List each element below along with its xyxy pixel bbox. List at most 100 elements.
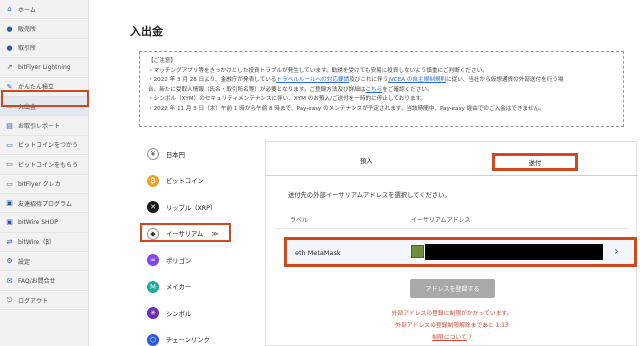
address-row[interactable]: eth MetaMask › xyxy=(284,237,637,267)
tab-send[interactable]: 送付 xyxy=(492,153,578,171)
notice-text: に従い、当社から仮想通貨の外部送付を行う場 xyxy=(446,77,564,84)
sidebar-item[interactable]: ⎋ ログアウト xyxy=(0,291,88,311)
currency-label: ビットコイン xyxy=(166,178,204,186)
bitwire-icon: ⇄ xyxy=(6,237,13,246)
question-icon: ? xyxy=(466,335,472,341)
sidebar-item-label: ビットコインをもらう xyxy=(18,161,79,169)
notice-text: をご確認ください。 xyxy=(382,86,433,93)
sidebar-item[interactable]: ▣ bitWire SHOP xyxy=(0,213,88,233)
yen-icon: ¥ xyxy=(147,148,159,161)
sidebar-item[interactable]: ⇄ bitWire（β） xyxy=(0,233,88,253)
tab-deposit[interactable]: 預入 xyxy=(360,156,373,165)
sidebar-item[interactable]: ● 取引所 xyxy=(0,39,88,59)
table-divider xyxy=(276,228,628,229)
xrp-icon: ✕ xyxy=(147,201,159,214)
address-value-redacted xyxy=(425,244,603,260)
currency-item[interactable]: ✳ シンボル xyxy=(147,300,257,327)
page-title: 入出金 xyxy=(130,25,163,38)
sidebar-item[interactable]: ⚙ 設定 xyxy=(0,252,88,272)
wallet-icon: ▭ xyxy=(6,102,13,111)
cart-icon: ▣ xyxy=(6,218,13,227)
sidebar-item-label: かんたん積立 xyxy=(18,84,55,92)
credit-card-icon: ▭ xyxy=(6,179,13,188)
sidebar-item[interactable]: ● 販売所 xyxy=(0,19,88,39)
notice-line-3: 合、新たに受取人情報（氏名・取引所名等）が必要となります。ご登録方法及び詳細はこ… xyxy=(148,86,615,96)
sidebar-item[interactable]: ▭ bitFlyer クレカ xyxy=(0,175,88,194)
currency-label: メイカー xyxy=(166,284,192,292)
currency-item[interactable]: ₿ ビットコイン xyxy=(147,168,257,195)
sidebar-item-label: 販売所 xyxy=(18,26,37,34)
currency-item[interactable]: ⬡ チェーンリンク xyxy=(147,327,257,346)
help-icon: ✉ xyxy=(6,276,13,285)
notice-line-1: ・マッチングアプリ等をきっかけとした投資トラブルが発生しています。勧誘を受けても… xyxy=(148,67,488,74)
currency-label: ポリゴン xyxy=(166,257,192,265)
use-bitcoin-icon: ▭ xyxy=(6,140,13,149)
sidebar-item-label: bitFlyer クレカ xyxy=(18,181,61,189)
report-icon: ▤ xyxy=(6,121,13,130)
travel-rule-link[interactable]: トラベルルールへの対応要請 xyxy=(276,77,349,83)
register-address-button[interactable]: アドレスを登録する xyxy=(410,279,495,298)
sidebar-item[interactable]: ✉ FAQ/お問合せ xyxy=(0,271,88,291)
sidebar-item-label: 取引所 xyxy=(18,45,37,53)
jvcea-rule-link[interactable]: JVCEA の自主規制規則 xyxy=(388,77,446,83)
ethereum-icon: ◆ xyxy=(147,227,159,240)
currency-item[interactable]: ¥ 日本円 xyxy=(147,141,257,168)
sidebar-item[interactable]: ✎ かんたん積立 xyxy=(0,78,88,97)
home-icon: ⌂ xyxy=(7,5,12,14)
restriction-countdown: 外部アドレスの登録制限解除まであと 1:13 xyxy=(395,323,509,329)
gear-icon: ⚙ xyxy=(6,257,13,266)
maker-icon: M xyxy=(147,280,159,293)
currency-item[interactable]: ✕ リップル（XRP） xyxy=(147,194,257,221)
details-link[interactable]: こちら xyxy=(365,87,382,93)
tab-divider xyxy=(266,175,638,176)
currency-item[interactable]: ∞ ポリゴン xyxy=(147,247,257,274)
notice-text: 合、新たに受取人情報（氏名・取引所名等）が必要となります。ご登録方法及び詳細は xyxy=(148,86,366,93)
sidebar-item-label: bitWire SHOP xyxy=(18,218,58,226)
sidebar-item-label: bitWire（β） xyxy=(18,239,56,247)
column-header-label: ラベル xyxy=(290,217,309,224)
restriction-warning: 外部アドレスの登録に制限がかかっています。 xyxy=(391,311,513,317)
restriction-info-link[interactable]: 制限について xyxy=(432,335,467,341)
currency-label: チェーンリンク xyxy=(166,337,210,345)
bitcoin-icon: ₿ xyxy=(147,174,159,187)
sidebar-item-label: 設定 xyxy=(18,258,31,266)
notice-text: 及びこれに伴う xyxy=(349,77,389,84)
polygon-icon: ∞ xyxy=(147,254,159,267)
address-identicon xyxy=(411,245,424,258)
notice-line-5: ・2022 年 11 月 3 日（木）午前 1 時から午前 8 時まで、Pay-… xyxy=(148,105,545,112)
sidebar-item-label: FAQ/お問合せ xyxy=(18,278,56,286)
sidebar-item[interactable]: ⌂ ホーム xyxy=(0,0,88,20)
notice-heading: 【ご注意】 xyxy=(148,58,176,64)
lightning-icon: ↗ xyxy=(6,63,13,72)
sidebar-item[interactable]: ▣ 友達招待プログラム xyxy=(0,194,88,214)
sidebar-item[interactable]: ▭ ビットコインをもらう xyxy=(0,155,88,175)
symbol-icon: ✳ xyxy=(147,307,159,320)
sidebar-item[interactable]: ▤ お取引レポート xyxy=(0,116,88,136)
currency-item[interactable]: ◆ イーサリアム ≫ xyxy=(140,221,257,248)
sidebar-item[interactable]: ▭ 入出金 xyxy=(0,96,88,117)
notice-text: ・2022 年 3 月 28 日より、金融庁が発表している xyxy=(148,77,277,84)
notice-line-4: ・シンボル（XYM）のセキュリティメンテナンスに伴い、XYM のお預入/ご送付を… xyxy=(148,96,427,103)
transfer-panel: 預入 送付 送付先の外部イーサリアムアドレスを選択してください。 ラベル イーサ… xyxy=(265,141,638,346)
sidebar-item-label: bitFlyer Lightning xyxy=(18,63,71,71)
notice-box: 【ご注意】 ・マッチングアプリ等をきっかけとした投資トラブルが発生しています。勧… xyxy=(139,51,624,127)
sidebar-item[interactable]: ↗ bitFlyer Lightning xyxy=(0,58,88,78)
currency-item[interactable]: M メイカー xyxy=(147,274,257,301)
currency-label: シンボル xyxy=(166,310,192,318)
main-content: 入出金 【ご注意】 ・マッチングアプリ等をきっかけとした投資トラブルが発生してい… xyxy=(89,0,640,346)
sidebar-item[interactable]: ▭ ビットコインをつかう xyxy=(0,136,88,156)
notice-line-2: ・2022 年 3 月 28 日より、金融庁が発表しているトラベルルールへの対応… xyxy=(148,76,615,86)
sidebar: ⌂ ホーム ● 販売所 ● 取引所 ↗ bitFlyer Lightning ✎ かんたん積立 ▭ 入… xyxy=(0,0,89,346)
sidebar-item-label: ログアウト xyxy=(18,297,49,305)
currency-label: 日本円 xyxy=(166,151,185,159)
chevron-right-icon[interactable]: › xyxy=(614,244,619,258)
sidebar-item-label: お取引レポート xyxy=(18,123,61,131)
currency-label: イーサリアム xyxy=(166,231,204,239)
logout-icon: ⎋ xyxy=(6,295,13,304)
currency-label: リップル（XRP） xyxy=(166,204,217,212)
sidebar-item-label: ビットコインをつかう xyxy=(18,142,79,150)
currency-list: ¥ 日本円 ₿ ビットコイン ✕ リップル（XRP） ◆ イーサリアム ≫ ∞ ポリゴン M メイカー ✳… xyxy=(140,141,257,346)
send-instruction: 送付先の外部イーサリアムアドレスを選択してください。 xyxy=(288,192,451,199)
earn-bitcoin-icon: ▭ xyxy=(6,160,13,169)
shop-icon: ● xyxy=(6,24,13,33)
